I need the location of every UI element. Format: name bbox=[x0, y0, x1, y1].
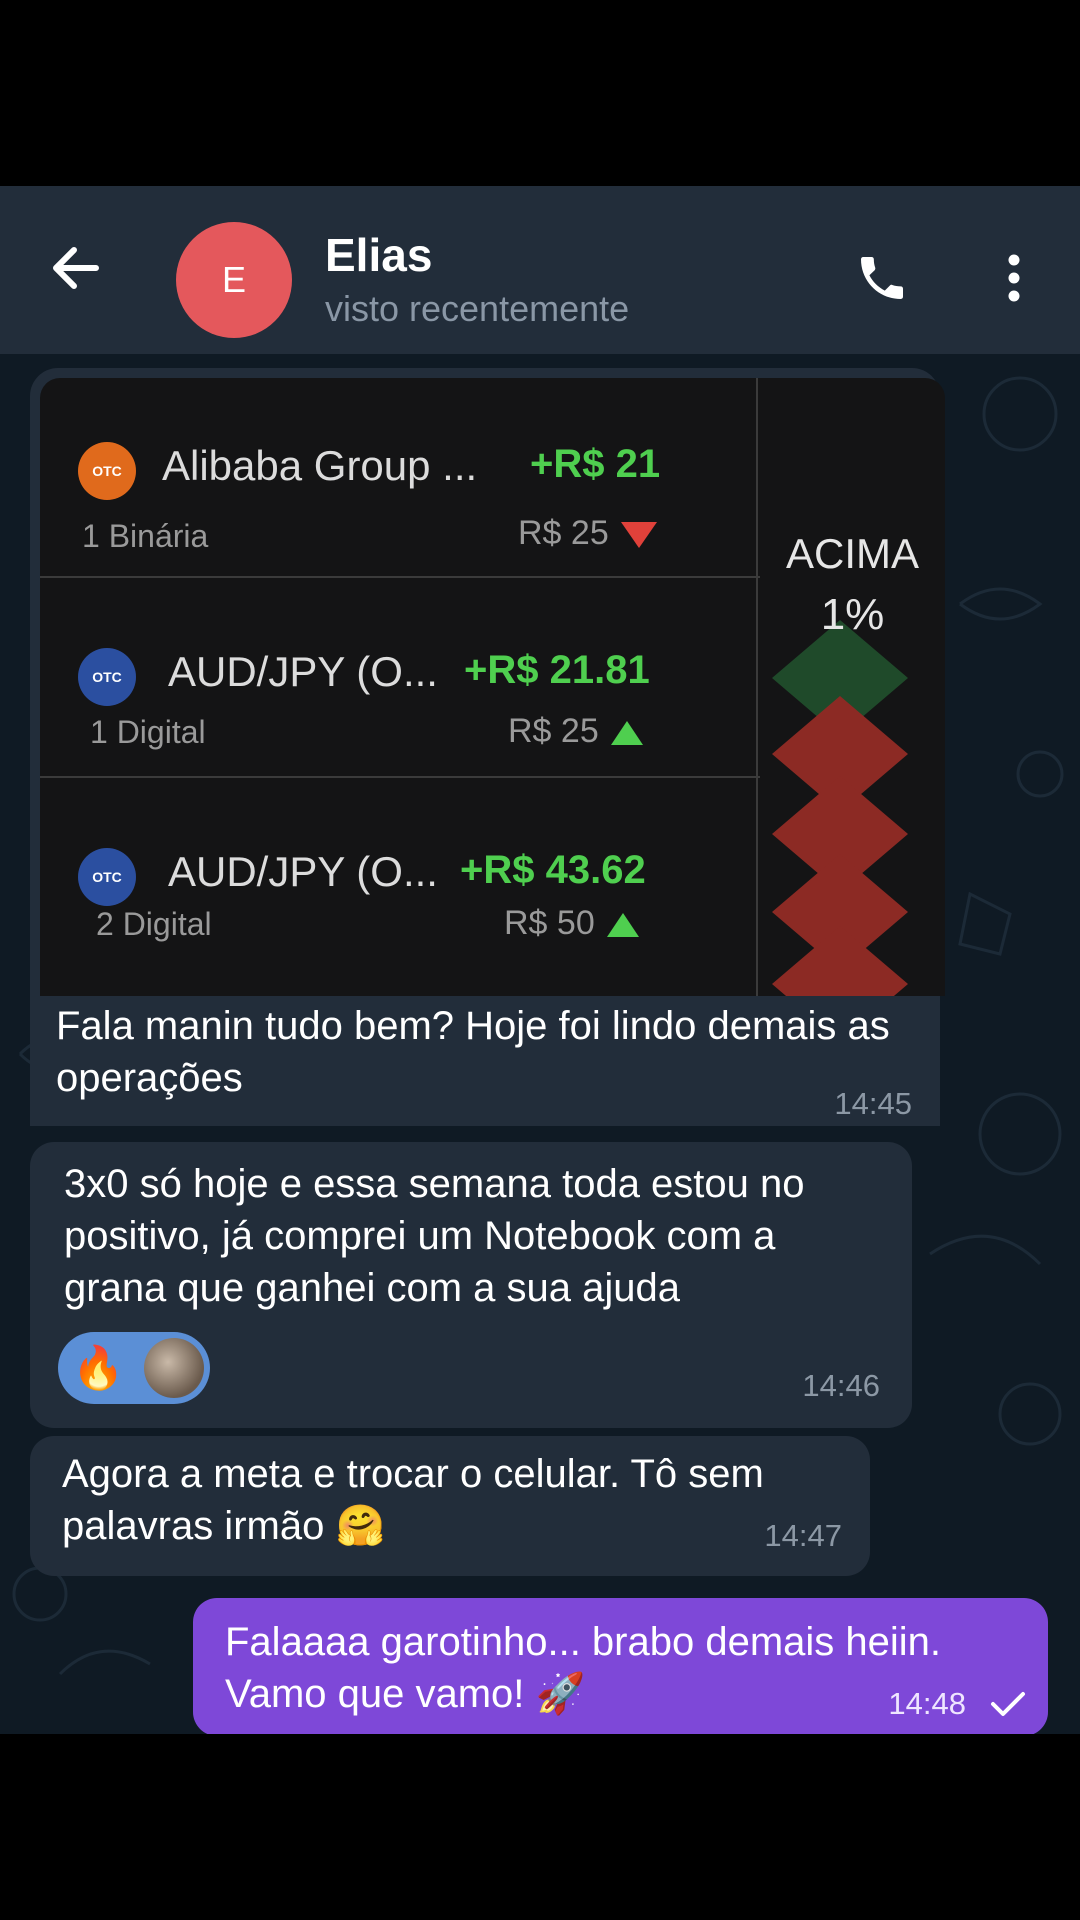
sent-check-icon bbox=[991, 1692, 1025, 1716]
phone-icon bbox=[861, 257, 903, 299]
asset-type: 1 Binária bbox=[82, 518, 209, 554]
asset-name: Alibaba Group ... bbox=[162, 442, 478, 489]
asset-profit: +R$ 21.81 bbox=[464, 648, 650, 692]
reaction-chip[interactable]: 🔥 bbox=[58, 1332, 210, 1404]
asset-name: AUD/JPY (O... bbox=[168, 648, 438, 695]
avatar[interactable]: E bbox=[176, 222, 292, 338]
message-time: 14:48 bbox=[888, 1686, 966, 1721]
more-vertical-icon bbox=[1008, 254, 1020, 302]
aud-jpy-flag-icon: OTC bbox=[78, 648, 136, 706]
asset-profit: +R$ 21 bbox=[530, 442, 661, 486]
contact-status: visto recentemente bbox=[325, 288, 630, 329]
alibaba-icon: OTC bbox=[78, 442, 136, 500]
asset-stake: R$ 50 bbox=[504, 904, 639, 943]
asset-stake: R$ 25 bbox=[518, 514, 657, 553]
trade-row: OTC AUD/JPY (O... +R$ 21.81 1 Digital R$… bbox=[40, 578, 760, 778]
screen: E Elias visto recentemente OTC Alibaba G… bbox=[0, 0, 1080, 1920]
back-button[interactable] bbox=[38, 230, 114, 306]
outgoing-message[interactable]: Falaaaa garotinho... brabo demais heiin.… bbox=[193, 1598, 1048, 1734]
asset-profit: +R$ 43.62 bbox=[460, 848, 646, 892]
reactor-avatar bbox=[144, 1338, 204, 1398]
call-button[interactable] bbox=[850, 246, 914, 310]
message-time: 14:45 bbox=[834, 1086, 912, 1121]
chat-header: E Elias visto recentemente bbox=[0, 186, 1080, 354]
asset-stake: R$ 25 bbox=[508, 712, 643, 751]
message-time: 14:46 bbox=[802, 1368, 880, 1403]
asset-type: 2 Digital bbox=[96, 906, 212, 942]
arrow-down-icon bbox=[620, 522, 657, 549]
bottom-black-area bbox=[0, 1734, 1080, 1920]
message-text: Agora a meta e trocar o celular. Tô sem … bbox=[62, 1452, 764, 1548]
asset-name: AUD/JPY (O... bbox=[168, 848, 438, 895]
fire-reaction: 🔥 bbox=[72, 1344, 125, 1391]
trend-panel: ACIMA 1% bbox=[756, 378, 945, 996]
trend-diamonds bbox=[772, 620, 908, 996]
asset-type: 1 Digital bbox=[90, 714, 206, 750]
direction-percent: 1% bbox=[820, 590, 885, 639]
contact-name[interactable]: Elias bbox=[325, 228, 432, 282]
incoming-message[interactable]: 3x0 só hoje e essa semana toda estou no … bbox=[30, 1142, 912, 1428]
message-text: Fala manin tudo bem? Hoje foi lindo dema… bbox=[56, 1004, 890, 1100]
incoming-message[interactable]: Agora a meta e trocar o celular. Tô sem … bbox=[30, 1436, 870, 1576]
message-text: 3x0 só hoje e essa semana toda estou no … bbox=[64, 1162, 805, 1310]
aud-jpy-flag-icon: OTC bbox=[78, 848, 136, 906]
back-arrow-icon bbox=[53, 247, 99, 289]
trade-row: OTC AUD/JPY (O... +R$ 43.62 2 Digital R$… bbox=[40, 778, 760, 978]
arrow-up-icon bbox=[606, 913, 639, 938]
image-message[interactable]: OTC Alibaba Group ... +R$ 21 1 Binária R… bbox=[30, 368, 945, 1126]
direction-label: ACIMA bbox=[785, 530, 919, 577]
trade-screenshot[interactable]: OTC Alibaba Group ... +R$ 21 1 Binária R… bbox=[40, 378, 945, 996]
trade-row: OTC Alibaba Group ... +R$ 21 1 Binária R… bbox=[40, 378, 760, 578]
arrow-up-icon bbox=[610, 721, 643, 746]
more-options-button[interactable] bbox=[994, 246, 1034, 310]
message-time: 14:47 bbox=[764, 1518, 842, 1553]
chat-area[interactable]: OTC Alibaba Group ... +R$ 21 1 Binária R… bbox=[0, 354, 1080, 1734]
